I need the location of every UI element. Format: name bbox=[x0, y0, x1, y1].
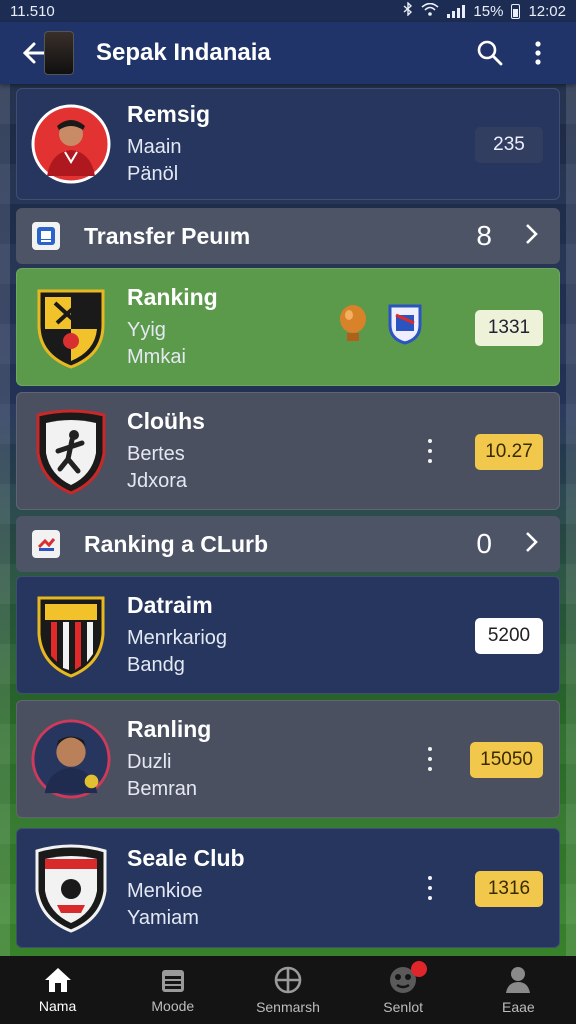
status-bar: 11.510 15% 12:02 bbox=[0, 0, 576, 22]
nav-item-home[interactable]: Nama bbox=[8, 966, 108, 1014]
card-title: Remsig bbox=[127, 100, 211, 127]
player-avatar bbox=[31, 104, 111, 184]
search-icon bbox=[477, 40, 503, 66]
more-vert-icon[interactable] bbox=[425, 876, 435, 900]
chevron-right-icon[interactable] bbox=[524, 220, 538, 252]
more-options-button[interactable] bbox=[514, 29, 562, 77]
nav-label: Nama bbox=[38, 998, 77, 1014]
nav-label: Senlot bbox=[383, 999, 423, 1015]
page-title: Sepak Indanaia bbox=[96, 39, 271, 66]
card-detail: Pänöl bbox=[127, 162, 179, 185]
home-icon bbox=[44, 968, 71, 992]
card-detail: Bemran bbox=[127, 777, 198, 800]
nav-item-profile[interactable]: Eaae bbox=[468, 965, 568, 1015]
back-arrow-icon bbox=[22, 42, 46, 64]
battery-percent: 15% bbox=[473, 2, 504, 20]
score-badge: 15050 bbox=[470, 742, 543, 778]
chevron-right-icon[interactable] bbox=[524, 528, 538, 560]
target-icon bbox=[274, 966, 302, 994]
score-badge: 235 bbox=[475, 127, 543, 163]
list-item[interactable]: Cloühs Bertes Jdxora 10.27 bbox=[16, 392, 560, 510]
card-title: Datraim bbox=[127, 591, 213, 618]
score-badge: 5200 bbox=[475, 618, 543, 654]
app-bar: Sepak Indanaia bbox=[0, 22, 576, 84]
ranking-icon bbox=[32, 530, 60, 558]
club-crest bbox=[31, 409, 111, 495]
section-count: 8 bbox=[476, 220, 492, 251]
section-title: Transfer Peuım bbox=[84, 222, 251, 249]
nav-label: Moode bbox=[151, 998, 195, 1014]
nav-item-mode[interactable]: Moode bbox=[123, 966, 223, 1014]
person-icon bbox=[506, 967, 531, 993]
card-detail: Bandg bbox=[127, 653, 185, 676]
card-title: Seale Club bbox=[127, 844, 245, 871]
nav-label: Eaae bbox=[501, 999, 535, 1015]
app-avatar bbox=[44, 31, 74, 75]
section-title: Ranking a CLurb bbox=[84, 530, 269, 557]
status-clock: 12:02 bbox=[528, 2, 566, 20]
bluetooth-icon bbox=[403, 1, 413, 20]
wifi-icon bbox=[421, 2, 439, 20]
section-count: 0 bbox=[476, 528, 492, 559]
nav-label: Senmarsh bbox=[256, 999, 320, 1015]
score-badge: 1316 bbox=[475, 871, 543, 907]
nav-item-results[interactable]: Senlot bbox=[353, 961, 453, 1015]
notification-badge bbox=[411, 961, 428, 977]
list-item[interactable]: Remsig Maain Pänöl 235 bbox=[16, 88, 560, 200]
club-crest bbox=[31, 595, 111, 678]
more-vert-icon bbox=[535, 41, 541, 65]
club-crest bbox=[31, 844, 111, 933]
card-detail: Jdxora bbox=[127, 469, 188, 492]
nav-item-search[interactable]: Senmarsh bbox=[238, 965, 338, 1015]
score-badge: 10.27 bbox=[475, 434, 543, 470]
section-transfer[interactable]: Transfer Peuım 8 bbox=[16, 208, 560, 264]
battery-icon bbox=[511, 3, 521, 19]
status-icons: 15% 12:02 bbox=[403, 1, 566, 20]
club-crest bbox=[31, 287, 111, 369]
card-detail: Yamiam bbox=[127, 906, 199, 929]
signal-icon bbox=[447, 4, 466, 18]
club-shield-icon bbox=[387, 303, 423, 350]
section-ranking-club[interactable]: Ranking a CLurb 0 bbox=[16, 516, 560, 572]
list-item[interactable]: Ranling Duzli Bemran 15050 bbox=[16, 700, 560, 818]
list-item[interactable]: Seale Club Menkioe Yamiam 1316 bbox=[16, 828, 560, 948]
score-badge: 1331 bbox=[475, 310, 543, 346]
player-avatar bbox=[31, 719, 111, 799]
status-time: 11.510 bbox=[10, 2, 55, 20]
transfer-icon bbox=[32, 222, 60, 250]
bottom-nav: Nama Moode Senmarsh Senlot Eaae bbox=[0, 956, 576, 1024]
list-item[interactable]: Ranking Yyig Mmkai 1331 bbox=[16, 268, 560, 386]
search-button[interactable] bbox=[466, 29, 514, 77]
trophy-icon bbox=[337, 303, 369, 350]
more-vert-icon[interactable] bbox=[425, 439, 435, 463]
card-title: Cloühs bbox=[127, 407, 205, 434]
card-title: Ranling bbox=[127, 715, 212, 742]
calendar-icon bbox=[161, 970, 184, 992]
more-vert-icon[interactable] bbox=[425, 747, 435, 771]
list-item[interactable]: Datraim Menrkariog Bandg 5200 bbox=[16, 576, 560, 694]
